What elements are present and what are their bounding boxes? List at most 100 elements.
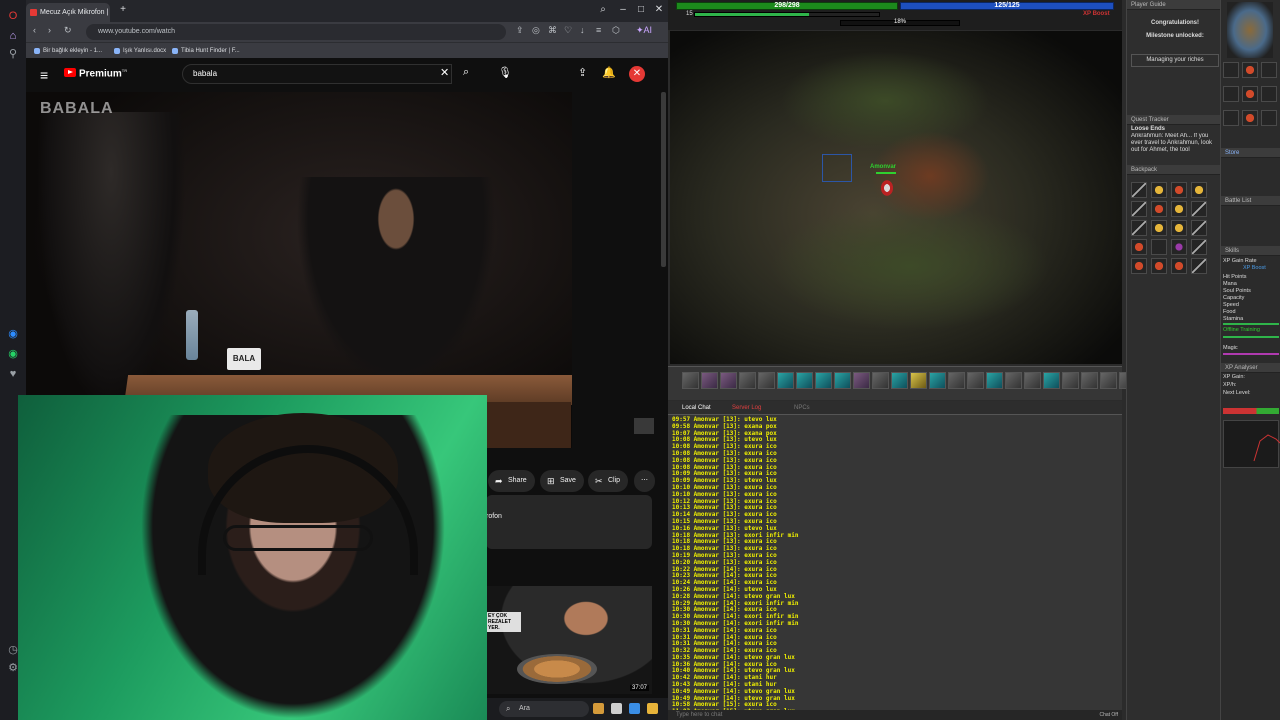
notifications-bell-icon[interactable]: 🔔 [602,66,616,79]
new-tab-plus-icon[interactable]: + [116,4,130,15]
hotkey-slot[interactable] [1062,372,1079,389]
equipment-slot[interactable] [1242,110,1258,126]
backpack-item[interactable] [1131,201,1147,217]
tab-npcs[interactable]: NPCs [790,403,814,414]
backpack-item[interactable] [1131,182,1147,198]
bookmark-item[interactable]: Tibia Hunt Finder | F... [172,45,240,57]
backpack-item[interactable] [1171,258,1187,274]
backpack-item[interactable] [1131,239,1147,255]
backpack-item[interactable] [1131,258,1147,274]
more-actions-button[interactable]: ⋯ [634,470,655,492]
clip-button[interactable]: ✂ Clip [588,470,629,492]
forward-icon[interactable]: › [48,25,51,35]
active-tab[interactable]: Mecuz Açık Mikrofon | [26,3,110,22]
maximize-icon[interactable]: □ [634,4,648,15]
close-window-icon[interactable]: ✕ [652,4,666,15]
equipment-slot[interactable] [1261,62,1277,78]
messenger-icon[interactable]: ◉ [5,326,21,342]
hotkey-slot[interactable] [701,372,718,389]
hotkey-slot[interactable] [777,372,794,389]
backpack-item[interactable] [1131,220,1147,236]
hotkey-slot[interactable] [834,372,851,389]
backpack-item[interactable] [1151,182,1167,198]
backpack-item[interactable] [1151,201,1167,217]
search-input[interactable]: babala [182,64,452,84]
battle-list-header[interactable]: Battle List [1221,196,1280,206]
backpack-header[interactable]: Backpack [1127,165,1221,175]
backpack-item[interactable] [1171,182,1187,198]
hotkey-slot[interactable] [1081,372,1098,389]
backpack-item[interactable] [1171,201,1187,217]
microphone-icon[interactable]: 🎙 [498,66,512,79]
heart-outline-icon[interactable]: ♡ [564,25,572,36]
camera-icon[interactable]: ◎ [532,25,540,36]
store-button[interactable]: Store [1221,148,1280,158]
player-guide-header[interactable]: Player Guide [1127,0,1221,10]
url-field[interactable]: www.youtube.com/watch [86,24,506,40]
backpack-item[interactable] [1191,201,1207,217]
share-button[interactable]: ➦ Share [488,470,535,492]
minimize-icon[interactable]: – [616,4,630,15]
taskbar-search[interactable]: ⌕ Ara [499,701,589,717]
extensions-icon[interactable]: ⬡ [612,25,620,36]
hamburger-menu-icon[interactable]: ≡ [40,67,48,83]
backpack-item[interactable] [1191,258,1207,274]
equipment-slot[interactable] [1242,86,1258,102]
equipment-slot[interactable] [1223,86,1239,102]
hotkey-slot[interactable] [948,372,965,389]
game-window[interactable]: Amonvar [670,31,1122,364]
xp-analyser-header[interactable]: XP Analyser [1221,363,1280,373]
hotkey-slot[interactable] [796,372,813,389]
save-button[interactable]: ⊞ Save [540,470,584,492]
equipment-slot[interactable] [1261,86,1277,102]
backpack-item[interactable] [1151,258,1167,274]
whatsapp-icon[interactable]: ◉ [5,346,21,362]
clear-search-icon[interactable]: ✕ [440,66,449,79]
page-scrollbar[interactable] [661,92,666,267]
share-page-icon[interactable]: ⇪ [516,25,524,36]
hotkey-slot[interactable] [1005,372,1022,389]
avatar[interactable]: ✕ [629,66,645,82]
pin-icon[interactable]: ⚲ [5,46,21,62]
reload-icon[interactable]: ↻ [64,25,72,36]
hotkey-slot[interactable] [872,372,889,389]
hotkey-slot[interactable] [682,372,699,389]
skills-header[interactable]: Skills [1221,246,1280,256]
hotkey-slot[interactable] [929,372,946,389]
hotkey-slot[interactable] [815,372,832,389]
snapshot-icon[interactable]: ⌘ [548,25,557,36]
tab-server-log[interactable]: Server Log [728,403,765,414]
description-box[interactable]: rofon [486,495,652,549]
bookmark-item[interactable]: Bir bağlık ekleyin - 1... [34,45,102,57]
equipment-slot[interactable] [1223,62,1239,78]
hotkey-slot[interactable] [1024,372,1041,389]
menu-lines-icon[interactable]: ≡ [596,25,601,35]
search-icon[interactable]: ⌕ [463,66,469,79]
hotkey-slot[interactable] [967,372,984,389]
edge-icon[interactable] [629,703,640,714]
youtube-brand[interactable]: PremiumTR [79,68,127,79]
taskbar-app-icon[interactable] [593,703,604,714]
chat-off-button[interactable]: Chat Off [1099,710,1118,720]
hotkey-slot[interactable] [853,372,870,389]
search-tabs-icon[interactable]: ⌕ [596,4,610,15]
backpack-item[interactable] [1191,239,1207,255]
tab-local-chat[interactable]: Local Chat [678,403,715,414]
file-explorer-icon[interactable] [647,703,658,714]
youtube-logo-icon[interactable] [64,68,76,77]
equipment-slot[interactable] [1223,110,1239,126]
backpack-item[interactable] [1151,220,1167,236]
player-character[interactable] [880,179,894,197]
recommended-video-thumbnail[interactable]: EY ÇOK REZALET YER. 37:07 [487,586,652,694]
guide-managing-riches[interactable]: Managing your riches [1131,54,1219,67]
backpack-item[interactable] [1171,220,1187,236]
hotkey-slot[interactable] [1043,372,1060,389]
upload-icon[interactable]: ⇪ [578,66,587,79]
download-icon[interactable]: ↓ [580,25,585,35]
aria-ai-icon[interactable]: ✦AI [636,25,652,36]
equipment-slot[interactable] [1261,110,1277,126]
hotkey-slot[interactable] [1100,372,1117,389]
backpack-item[interactable] [1191,220,1207,236]
hotkey-slot[interactable] [758,372,775,389]
backpack-item[interactable] [1151,239,1167,255]
